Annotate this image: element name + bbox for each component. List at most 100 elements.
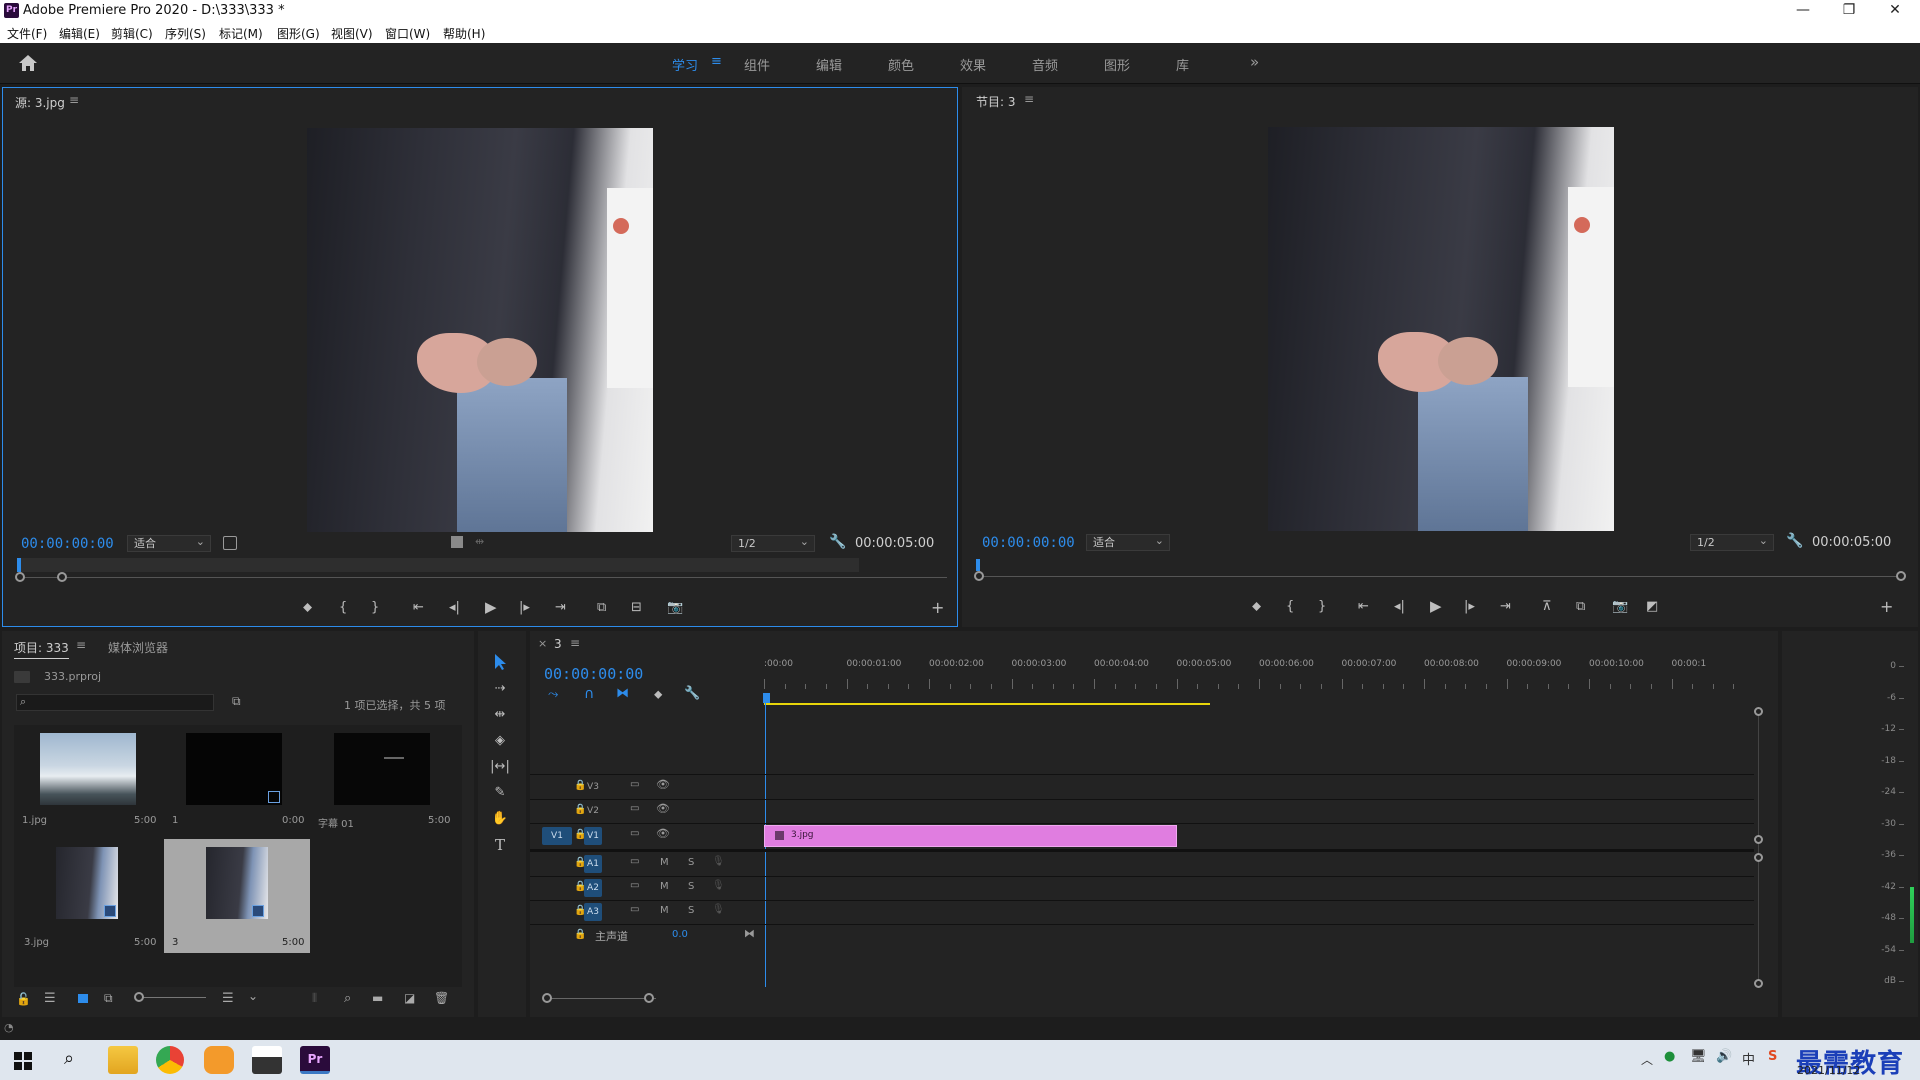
timeline-zoom-bar[interactable] [546, 998, 656, 999]
solo-button[interactable]: S [688, 881, 694, 892]
new-bin-from-search-icon[interactable]: ⧉ [232, 694, 241, 709]
sync-lock-icon[interactable]: ▭ [630, 880, 639, 891]
source-zoom-bar[interactable] [17, 577, 947, 578]
source-playhead-timecode[interactable]: 00:00:00:00 [21, 536, 114, 552]
mute-button[interactable]: M [660, 881, 669, 892]
project-item-3-jpg[interactable]: 3.jpg 5:00 [14, 839, 162, 953]
source-fit-dropdown[interactable]: 适合 [127, 534, 211, 552]
panel-menu-icon[interactable]: ≡ [1024, 92, 1034, 106]
step-forward-icon[interactable]: |▸ [1464, 599, 1475, 615]
search-icon[interactable]: ⌕ [64, 1048, 74, 1069]
step-back-icon[interactable]: ◂| [1394, 599, 1405, 615]
sync-lock-icon[interactable]: ▭ [630, 856, 639, 867]
close-sequence-tab-icon[interactable]: × [538, 637, 547, 650]
new-item-icon[interactable]: ◪ [404, 991, 415, 1005]
mark-out-icon[interactable]: } [371, 600, 379, 616]
icon-view-icon[interactable] [78, 994, 88, 1003]
menu-sequence[interactable]: 序列(S) [165, 25, 206, 42]
sync-lock-icon[interactable]: ▭ [630, 779, 639, 790]
program-fit-dropdown[interactable]: 适合 [1086, 533, 1170, 551]
workspace-menu-icon[interactable]: ≡ [711, 54, 722, 69]
solo-button[interactable]: S [688, 905, 694, 916]
menu-view[interactable]: 视图(V) [331, 25, 373, 42]
premiere-taskbar-icon[interactable]: Pr [300, 1046, 330, 1074]
insert-icon[interactable]: ⧉ [597, 600, 606, 616]
project-item-1-jpg[interactable]: 1.jpg 5:00 [14, 725, 162, 839]
hand-tool-icon[interactable]: ✋ [488, 811, 512, 827]
close-button[interactable]: ✕ [1872, 0, 1918, 22]
button-editor-icon[interactable]: + [931, 600, 944, 616]
go-to-in-icon[interactable]: ⇤ [413, 600, 424, 616]
source-zoom-handle-right[interactable] [57, 572, 67, 582]
mute-button[interactable]: M [660, 857, 669, 868]
tab-media-browser[interactable]: 媒体浏览器 [108, 639, 168, 656]
source-patch-v1[interactable]: V1 [542, 827, 572, 845]
go-to-next-icon[interactable]: ⧓ [744, 927, 755, 940]
show-hidden-icons-icon[interactable]: ︿ [1641, 1051, 1653, 1068]
panel-menu-icon[interactable]: ≡ [76, 638, 86, 652]
scroll-handle[interactable] [1754, 853, 1763, 862]
sync-lock-icon[interactable]: ▭ [630, 828, 639, 839]
workspace-effects[interactable]: 效果 [960, 55, 986, 74]
program-playhead[interactable] [976, 559, 980, 571]
volume-icon[interactable]: 🔊 [1716, 1049, 1732, 1064]
project-item-title-01[interactable]: 字幕 01 5:00 [310, 725, 458, 839]
drag-audio-icon[interactable]: ⇹ [475, 535, 484, 548]
workspace-audio[interactable]: 音频 [1032, 55, 1058, 74]
track-target-v2[interactable]: V2 [584, 802, 602, 820]
go-to-out-icon[interactable]: ⇥ [1500, 599, 1511, 615]
toggle-output-eye-icon[interactable]: 👁 [656, 827, 670, 840]
program-video-frame[interactable] [1268, 127, 1614, 531]
work-area-bar[interactable] [764, 703, 1210, 705]
timeline-timecode[interactable]: 00:00:00:00 [544, 665, 643, 683]
program-time-ruler[interactable] [976, 561, 1906, 569]
zoom-handle-right[interactable] [644, 993, 654, 1003]
minimize-button[interactable]: — [1780, 0, 1826, 22]
program-zoom-handle-right[interactable] [1896, 571, 1906, 581]
automate-to-sequence-icon[interactable]: ⫴ [312, 991, 317, 1006]
export-frame-icon[interactable]: 📷 [667, 600, 683, 616]
find-icon[interactable]: ⌕ [344, 991, 351, 1006]
panel-menu-icon[interactable]: ≡ [69, 93, 79, 107]
app-icon[interactable] [204, 1046, 234, 1074]
lock-icon[interactable]: 🔓 [16, 992, 31, 1006]
wrench-icon[interactable]: 🔧 [1786, 533, 1803, 549]
trash-icon[interactable]: 🗑 [434, 991, 449, 1005]
menu-file[interactable]: 文件(F) [7, 25, 47, 42]
time-ruler[interactable]: :00:00 00:00:01:00 00:00:02:00 00:00:03:00 0… [764, 659, 1754, 691]
track-lock-icon[interactable]: 🔒 [574, 929, 586, 940]
add-marker-icon[interactable]: ⬥ [1252, 599, 1261, 615]
photos-icon[interactable] [252, 1046, 282, 1074]
sync-lock-icon[interactable]: ▭ [630, 803, 639, 814]
go-to-in-icon[interactable]: ⇤ [1358, 599, 1369, 615]
menu-clip[interactable]: 剪辑(C) [111, 25, 153, 42]
network-icon[interactable]: 🖥 [1690, 1049, 1707, 1064]
tray-app-icon[interactable]: ● [1664, 1049, 1675, 1064]
menu-marker[interactable]: 标记(M) [219, 25, 263, 42]
nest-icon[interactable]: ⤳ [548, 687, 558, 702]
ime-indicator[interactable]: 中 [1742, 1049, 1755, 1068]
windows-start-icon[interactable] [14, 1052, 32, 1070]
program-quality-dropdown[interactable]: 1/2 [1690, 533, 1774, 551]
play-icon[interactable]: ▶ [485, 599, 497, 615]
project-search-input[interactable]: ⌕ [16, 694, 214, 711]
step-back-icon[interactable]: ◂| [449, 600, 460, 616]
selection-tool-icon[interactable] [492, 653, 508, 671]
freeform-view-icon[interactable]: ⧉ [104, 991, 113, 1006]
wrench-icon[interactable]: 🔧 [829, 534, 846, 550]
scroll-handle[interactable] [1754, 707, 1763, 716]
file-explorer-icon[interactable] [108, 1046, 138, 1074]
program-playhead-timecode[interactable]: 00:00:00:00 [982, 535, 1075, 551]
sequence-tab[interactable]: 3 [554, 637, 562, 651]
tab-project[interactable]: 项目: 333 [14, 639, 69, 659]
mark-in-icon[interactable]: { [339, 600, 347, 616]
menu-edit[interactable]: 编辑(E) [59, 25, 100, 42]
zoom-handle-left[interactable] [542, 993, 552, 1003]
sogou-icon[interactable]: S [1768, 1049, 1777, 1064]
source-zoom-handle-left[interactable] [15, 572, 25, 582]
timeline-vertical-scrollbar[interactable] [1758, 709, 1759, 987]
drag-video-icon[interactable] [451, 536, 463, 548]
project-item-3[interactable]: 3 5:00 [164, 839, 310, 953]
toggle-output-eye-icon[interactable]: 👁 [656, 778, 670, 791]
pen-tool-icon[interactable]: ✎ [488, 785, 512, 801]
